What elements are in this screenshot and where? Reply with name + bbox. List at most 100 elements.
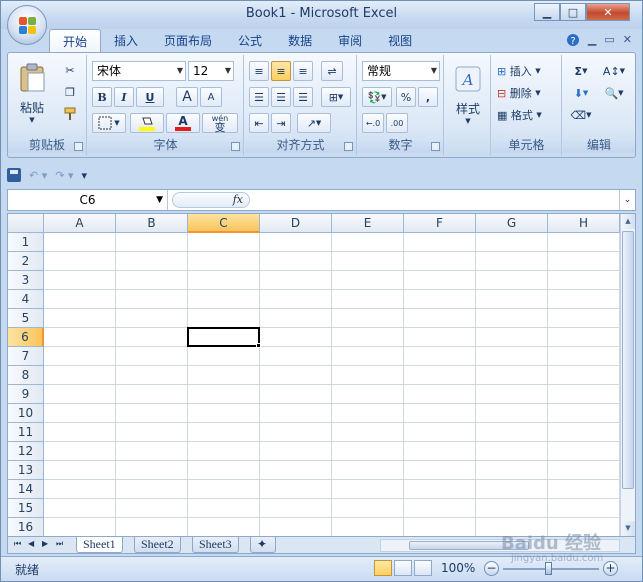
zoom-out-icon[interactable]: − (484, 561, 499, 576)
ribbon-close-icon[interactable]: ✕ (623, 33, 632, 47)
styles-button[interactable]: A 样式 ▼ (449, 61, 487, 129)
row-header[interactable]: 11 (8, 423, 44, 442)
sheet-tab-sheet3[interactable]: Sheet3 (192, 537, 239, 553)
align-top-icon[interactable]: ≡ (249, 61, 269, 81)
tab-review[interactable]: 审阅 (325, 29, 375, 53)
row-header[interactable]: 14 (8, 480, 44, 499)
fill-handle[interactable] (256, 343, 261, 348)
clear-icon[interactable]: ⌫ ▼ (567, 105, 595, 125)
align-left-icon[interactable]: ☰ (249, 87, 269, 107)
row-header[interactable]: 1 (8, 233, 44, 252)
row-header[interactable]: 13 (8, 461, 44, 480)
font-color-button[interactable]: A (166, 113, 200, 133)
column-header[interactable]: H (548, 214, 620, 233)
increase-decimal-icon[interactable]: ←.0 (362, 113, 384, 133)
autosum-icon[interactable]: Σ ▼ (567, 61, 595, 81)
zoom-in-icon[interactable]: + (603, 561, 618, 576)
decrease-indent-icon[interactable]: ⇤ (249, 113, 269, 133)
delete-cells-button[interactable]: ⊟ 删除 ▼ (496, 83, 556, 103)
tab-view[interactable]: 视图 (375, 29, 425, 53)
align-right-icon[interactable]: ☰ (293, 87, 313, 107)
column-header[interactable]: D (260, 214, 332, 233)
normal-view-icon[interactable] (374, 560, 392, 576)
clipboard-launcher-icon[interactable] (74, 142, 83, 151)
align-center-icon[interactable]: ☰ (271, 87, 291, 107)
row-header[interactable]: 2 (8, 252, 44, 271)
cut-icon[interactable]: ✂ (60, 61, 80, 79)
increase-indent-icon[interactable]: ⇥ (271, 113, 291, 133)
paste-button[interactable]: 粘贴 ▼ (14, 59, 50, 127)
comma-style-button[interactable]: , (418, 87, 438, 107)
wrap-text-icon[interactable]: ⇌ (321, 61, 343, 81)
redo-icon[interactable]: ↷ ▾ (55, 169, 73, 182)
save-icon[interactable] (7, 168, 21, 182)
insert-cells-button[interactable]: ⊞ 插入 ▼ (496, 61, 556, 81)
insert-sheet-icon[interactable]: ✦ (250, 537, 276, 553)
insert-function-button[interactable]: fx (172, 192, 250, 208)
column-header[interactable]: F (404, 214, 476, 233)
row-header[interactable]: 15 (8, 499, 44, 518)
customize-qat-icon[interactable]: ▾ (82, 169, 88, 182)
first-sheet-icon[interactable]: ⏮ (14, 539, 21, 549)
formula-input[interactable] (254, 190, 618, 210)
row-header[interactable]: 8 (8, 366, 44, 385)
last-sheet-icon[interactable]: ⏭ (56, 539, 63, 549)
row-header[interactable]: 10 (8, 404, 44, 423)
orientation-icon[interactable]: ↗ ▼ (297, 113, 331, 133)
maximize-button[interactable]: □ (560, 3, 586, 21)
office-button[interactable] (7, 5, 47, 45)
row-header[interactable]: 6 (8, 328, 44, 347)
merge-center-icon[interactable]: ⊞ ▼ (321, 87, 351, 107)
undo-icon[interactable]: ↶ ▾ (29, 169, 47, 182)
borders-button[interactable]: ▼ (92, 113, 126, 133)
select-all-button[interactable] (8, 214, 44, 233)
next-sheet-icon[interactable]: ▶ (42, 539, 48, 548)
number-format-combo[interactable]: 常规 ▼ (362, 61, 440, 81)
tab-formulas[interactable]: 公式 (225, 29, 275, 53)
find-select-icon[interactable]: 🔍 ▼ (599, 83, 629, 103)
row-header[interactable]: 7 (8, 347, 44, 366)
ribbon-restore-icon[interactable]: ▭ (604, 33, 614, 47)
shrink-font-button[interactable]: A (200, 87, 222, 107)
fill-icon[interactable]: ⬇ ▼ (567, 83, 595, 103)
decrease-decimal-icon[interactable]: .00 (386, 113, 408, 133)
italic-button[interactable]: I (114, 87, 134, 107)
column-header[interactable]: G (476, 214, 548, 233)
minimize-button[interactable]: ▁ (534, 3, 560, 21)
vertical-scroll-thumb[interactable] (622, 231, 634, 489)
ribbon-minimize-icon[interactable]: ▁ (588, 33, 596, 47)
tab-page-layout[interactable]: 页面布局 (151, 29, 225, 53)
fill-color-button[interactable] (130, 113, 164, 133)
font-launcher-icon[interactable] (231, 142, 240, 151)
align-middle-icon[interactable]: ≡ (271, 61, 291, 81)
percent-style-button[interactable]: % (396, 87, 416, 107)
font-size-combo[interactable]: 12 ▼ (188, 61, 234, 81)
active-cell[interactable] (187, 327, 260, 347)
align-bottom-icon[interactable]: ≡ (293, 61, 313, 81)
sheet-tab-sheet2[interactable]: Sheet2 (134, 537, 181, 553)
format-painter-icon[interactable] (60, 105, 80, 123)
help-icon[interactable]: ? (566, 33, 580, 47)
row-header[interactable]: 5 (8, 309, 44, 328)
close-button[interactable]: ✕ (586, 3, 630, 21)
alignment-launcher-icon[interactable] (344, 142, 353, 151)
expand-formula-icon[interactable]: ⌄ (619, 190, 635, 210)
prev-sheet-icon[interactable]: ◀ (28, 539, 34, 548)
worksheet-grid[interactable]: ABCDEFGH 1 2 3 4 5 6 7 8 9 10 11 12 13 14 15 16 ▲ ▼ (7, 213, 636, 537)
tab-insert[interactable]: 插入 (101, 29, 151, 53)
row-header[interactable]: 12 (8, 442, 44, 461)
name-box[interactable]: C6 ▼ (8, 190, 168, 210)
column-header[interactable]: B (116, 214, 188, 233)
tab-data[interactable]: 数据 (275, 29, 325, 53)
number-launcher-icon[interactable] (431, 142, 440, 151)
copy-icon[interactable]: ❐ (60, 83, 80, 101)
column-header[interactable]: A (44, 214, 116, 233)
font-name-combo[interactable]: 宋体 ▼ (92, 61, 186, 81)
underline-button[interactable]: U (136, 87, 164, 107)
sheet-tab-sheet1[interactable]: Sheet1 (76, 537, 123, 553)
grow-font-button[interactable]: A (176, 87, 198, 107)
bold-button[interactable]: B (92, 87, 112, 107)
page-break-view-icon[interactable] (414, 560, 432, 576)
row-header[interactable]: 9 (8, 385, 44, 404)
row-header[interactable]: 4 (8, 290, 44, 309)
